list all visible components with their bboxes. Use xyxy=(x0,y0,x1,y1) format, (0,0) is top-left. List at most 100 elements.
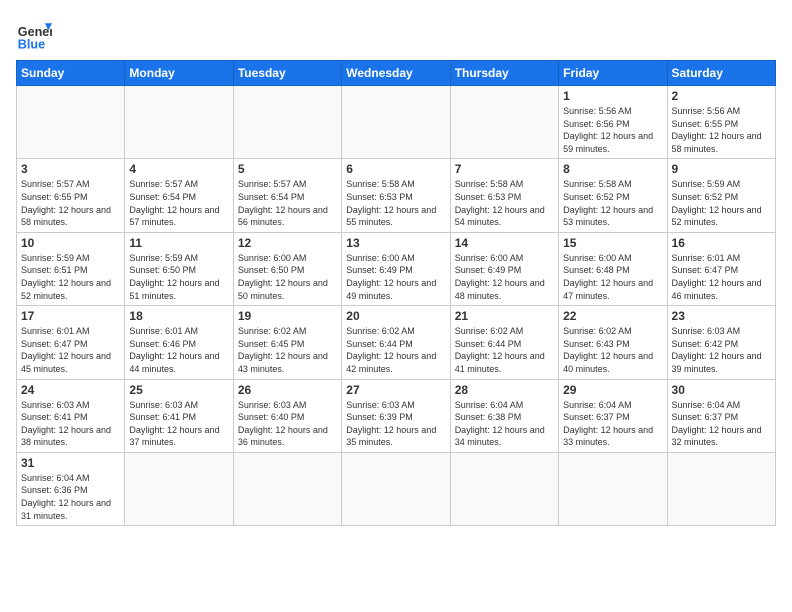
day-number: 4 xyxy=(129,162,228,176)
weekday-header-row: SundayMondayTuesdayWednesdayThursdayFrid… xyxy=(17,61,776,86)
calendar-cell xyxy=(17,86,125,159)
day-number: 15 xyxy=(563,236,662,250)
calendar-week-1: 1 Sunrise: 5:56 AM Sunset: 6:56 PM Daylig… xyxy=(17,86,776,159)
day-info: Sunrise: 6:03 AM Sunset: 6:41 PM Dayligh… xyxy=(21,399,120,449)
calendar-cell: 2Sunrise: 5:56 AM Sunset: 6:55 PM Daylig… xyxy=(667,86,775,159)
day-number: 28 xyxy=(455,383,554,397)
day-info: Sunrise: 6:04 AM Sunset: 6:37 PM Dayligh… xyxy=(672,399,771,449)
calendar-cell: 24 Sunrise: 6:03 AM Sunset: 6:41 PM Dayli… xyxy=(17,379,125,452)
calendar-cell: 25 Sunrise: 6:03 AM Sunset: 6:41 PM Dayli… xyxy=(125,379,233,452)
calendar-cell: 19Sunrise: 6:02 AM Sunset: 6:45 PM Dayli… xyxy=(233,306,341,379)
calendar-cell: 12Sunrise: 6:00 AM Sunset: 6:50 PM Dayli… xyxy=(233,232,341,305)
day-number: 1 xyxy=(563,89,662,103)
day-number: 3 xyxy=(21,162,120,176)
calendar-cell: 13 Sunrise: 6:00 AM Sunset: 6:49 PM Dayli… xyxy=(342,232,450,305)
calendar-cell: 21Sunrise: 6:02 AM Sunset: 6:44 PM Dayli… xyxy=(450,306,558,379)
day-info: Sunrise: 6:01 AM Sunset: 6:47 PM Dayligh… xyxy=(672,252,771,302)
day-info: Sunrise: 6:03 AM Sunset: 6:39 PM Dayligh… xyxy=(346,399,445,449)
calendar-week-5: 24 Sunrise: 6:03 AM Sunset: 6:41 PM Dayli… xyxy=(17,379,776,452)
day-number: 9 xyxy=(672,162,771,176)
day-info: Sunrise: 6:04 AM Sunset: 6:36 PM Dayligh… xyxy=(21,472,120,522)
day-number: 22 xyxy=(563,309,662,323)
day-info: Sunrise: 5:56 AM Sunset: 6:56 PM Dayligh… xyxy=(563,105,662,155)
day-number: 25 xyxy=(129,383,228,397)
calendar-cell: 17Sunrise: 6:01 AM Sunset: 6:47 PM Dayli… xyxy=(17,306,125,379)
day-number: 26 xyxy=(238,383,337,397)
calendar-cell: 7 Sunrise: 5:58 AM Sunset: 6:53 PM Daylig… xyxy=(450,159,558,232)
weekday-header-monday: Monday xyxy=(125,61,233,86)
calendar-cell: 5 Sunrise: 5:57 AM Sunset: 6:54 PM Daylig… xyxy=(233,159,341,232)
day-info: Sunrise: 5:59 AM Sunset: 6:52 PM Dayligh… xyxy=(672,178,771,228)
day-info: Sunrise: 6:03 AM Sunset: 6:42 PM Dayligh… xyxy=(672,325,771,375)
calendar-cell xyxy=(233,86,341,159)
day-info: Sunrise: 5:59 AM Sunset: 6:50 PM Dayligh… xyxy=(129,252,228,302)
calendar-cell: 3 Sunrise: 5:57 AM Sunset: 6:55 PM Daylig… xyxy=(17,159,125,232)
logo: General Blue xyxy=(16,16,52,52)
calendar-cell xyxy=(559,452,667,525)
day-number: 2 xyxy=(672,89,771,103)
calendar-cell: 1 Sunrise: 5:56 AM Sunset: 6:56 PM Daylig… xyxy=(559,86,667,159)
calendar-cell xyxy=(667,452,775,525)
day-number: 11 xyxy=(129,236,228,250)
day-number: 29 xyxy=(563,383,662,397)
day-info: Sunrise: 6:01 AM Sunset: 6:46 PM Dayligh… xyxy=(129,325,228,375)
day-info: Sunrise: 6:04 AM Sunset: 6:38 PM Dayligh… xyxy=(455,399,554,449)
day-number: 13 xyxy=(346,236,445,250)
calendar-cell xyxy=(125,452,233,525)
calendar-cell xyxy=(450,86,558,159)
day-info: Sunrise: 6:03 AM Sunset: 6:40 PM Dayligh… xyxy=(238,399,337,449)
calendar-cell: 20Sunrise: 6:02 AM Sunset: 6:44 PM Dayli… xyxy=(342,306,450,379)
day-info: Sunrise: 6:00 AM Sunset: 6:50 PM Dayligh… xyxy=(238,252,337,302)
weekday-header-thursday: Thursday xyxy=(450,61,558,86)
page: General Blue SundayMondayTuesdayWednesda… xyxy=(0,0,792,612)
weekday-header-saturday: Saturday xyxy=(667,61,775,86)
calendar-cell: 14Sunrise: 6:00 AM Sunset: 6:49 PM Dayli… xyxy=(450,232,558,305)
day-info: Sunrise: 6:02 AM Sunset: 6:43 PM Dayligh… xyxy=(563,325,662,375)
calendar-cell: 16 Sunrise: 6:01 AM Sunset: 6:47 PM Dayli… xyxy=(667,232,775,305)
day-info: Sunrise: 6:00 AM Sunset: 6:49 PM Dayligh… xyxy=(346,252,445,302)
day-number: 19 xyxy=(238,309,337,323)
calendar-cell: 28 Sunrise: 6:04 AM Sunset: 6:38 PM Dayli… xyxy=(450,379,558,452)
day-info: Sunrise: 6:00 AM Sunset: 6:49 PM Dayligh… xyxy=(455,252,554,302)
calendar-week-6: 31Sunrise: 6:04 AM Sunset: 6:36 PM Dayli… xyxy=(17,452,776,525)
calendar-cell xyxy=(233,452,341,525)
day-number: 7 xyxy=(455,162,554,176)
calendar-cell: 18Sunrise: 6:01 AM Sunset: 6:46 PM Dayli… xyxy=(125,306,233,379)
calendar-table: SundayMondayTuesdayWednesdayThursdayFrid… xyxy=(16,60,776,526)
day-number: 24 xyxy=(21,383,120,397)
day-info: Sunrise: 6:02 AM Sunset: 6:44 PM Dayligh… xyxy=(346,325,445,375)
calendar-cell: 26 Sunrise: 6:03 AM Sunset: 6:40 PM Dayli… xyxy=(233,379,341,452)
day-info: Sunrise: 5:59 AM Sunset: 6:51 PM Dayligh… xyxy=(21,252,120,302)
day-info: Sunrise: 6:04 AM Sunset: 6:37 PM Dayligh… xyxy=(563,399,662,449)
calendar-cell: 4Sunrise: 5:57 AM Sunset: 6:54 PM Daylig… xyxy=(125,159,233,232)
day-number: 5 xyxy=(238,162,337,176)
day-info: Sunrise: 5:58 AM Sunset: 6:53 PM Dayligh… xyxy=(346,178,445,228)
day-info: Sunrise: 6:03 AM Sunset: 6:41 PM Dayligh… xyxy=(129,399,228,449)
calendar-cell: 10Sunrise: 5:59 AM Sunset: 6:51 PM Dayli… xyxy=(17,232,125,305)
calendar-cell: 15Sunrise: 6:00 AM Sunset: 6:48 PM Dayli… xyxy=(559,232,667,305)
calendar-cell: 27 Sunrise: 6:03 AM Sunset: 6:39 PM Dayli… xyxy=(342,379,450,452)
calendar-cell: 8Sunrise: 5:58 AM Sunset: 6:52 PM Daylig… xyxy=(559,159,667,232)
day-number: 27 xyxy=(346,383,445,397)
calendar-cell xyxy=(342,86,450,159)
calendar-cell: 6Sunrise: 5:58 AM Sunset: 6:53 PM Daylig… xyxy=(342,159,450,232)
calendar-cell: 31Sunrise: 6:04 AM Sunset: 6:36 PM Dayli… xyxy=(17,452,125,525)
weekday-header-tuesday: Tuesday xyxy=(233,61,341,86)
svg-text:Blue: Blue xyxy=(18,37,45,51)
calendar-cell xyxy=(450,452,558,525)
header: General Blue xyxy=(16,16,776,52)
calendar-cell: 22 Sunrise: 6:02 AM Sunset: 6:43 PM Dayli… xyxy=(559,306,667,379)
day-info: Sunrise: 6:02 AM Sunset: 6:44 PM Dayligh… xyxy=(455,325,554,375)
weekday-header-wednesday: Wednesday xyxy=(342,61,450,86)
day-number: 16 xyxy=(672,236,771,250)
calendar-cell xyxy=(125,86,233,159)
day-number: 30 xyxy=(672,383,771,397)
day-info: Sunrise: 5:57 AM Sunset: 6:54 PM Dayligh… xyxy=(238,178,337,228)
day-number: 17 xyxy=(21,309,120,323)
calendar-cell xyxy=(342,452,450,525)
day-info: Sunrise: 5:58 AM Sunset: 6:53 PM Dayligh… xyxy=(455,178,554,228)
calendar-week-2: 3 Sunrise: 5:57 AM Sunset: 6:55 PM Daylig… xyxy=(17,159,776,232)
day-info: Sunrise: 5:57 AM Sunset: 6:55 PM Dayligh… xyxy=(21,178,120,228)
calendar-cell: 30 Sunrise: 6:04 AM Sunset: 6:37 PM Dayli… xyxy=(667,379,775,452)
weekday-header-friday: Friday xyxy=(559,61,667,86)
